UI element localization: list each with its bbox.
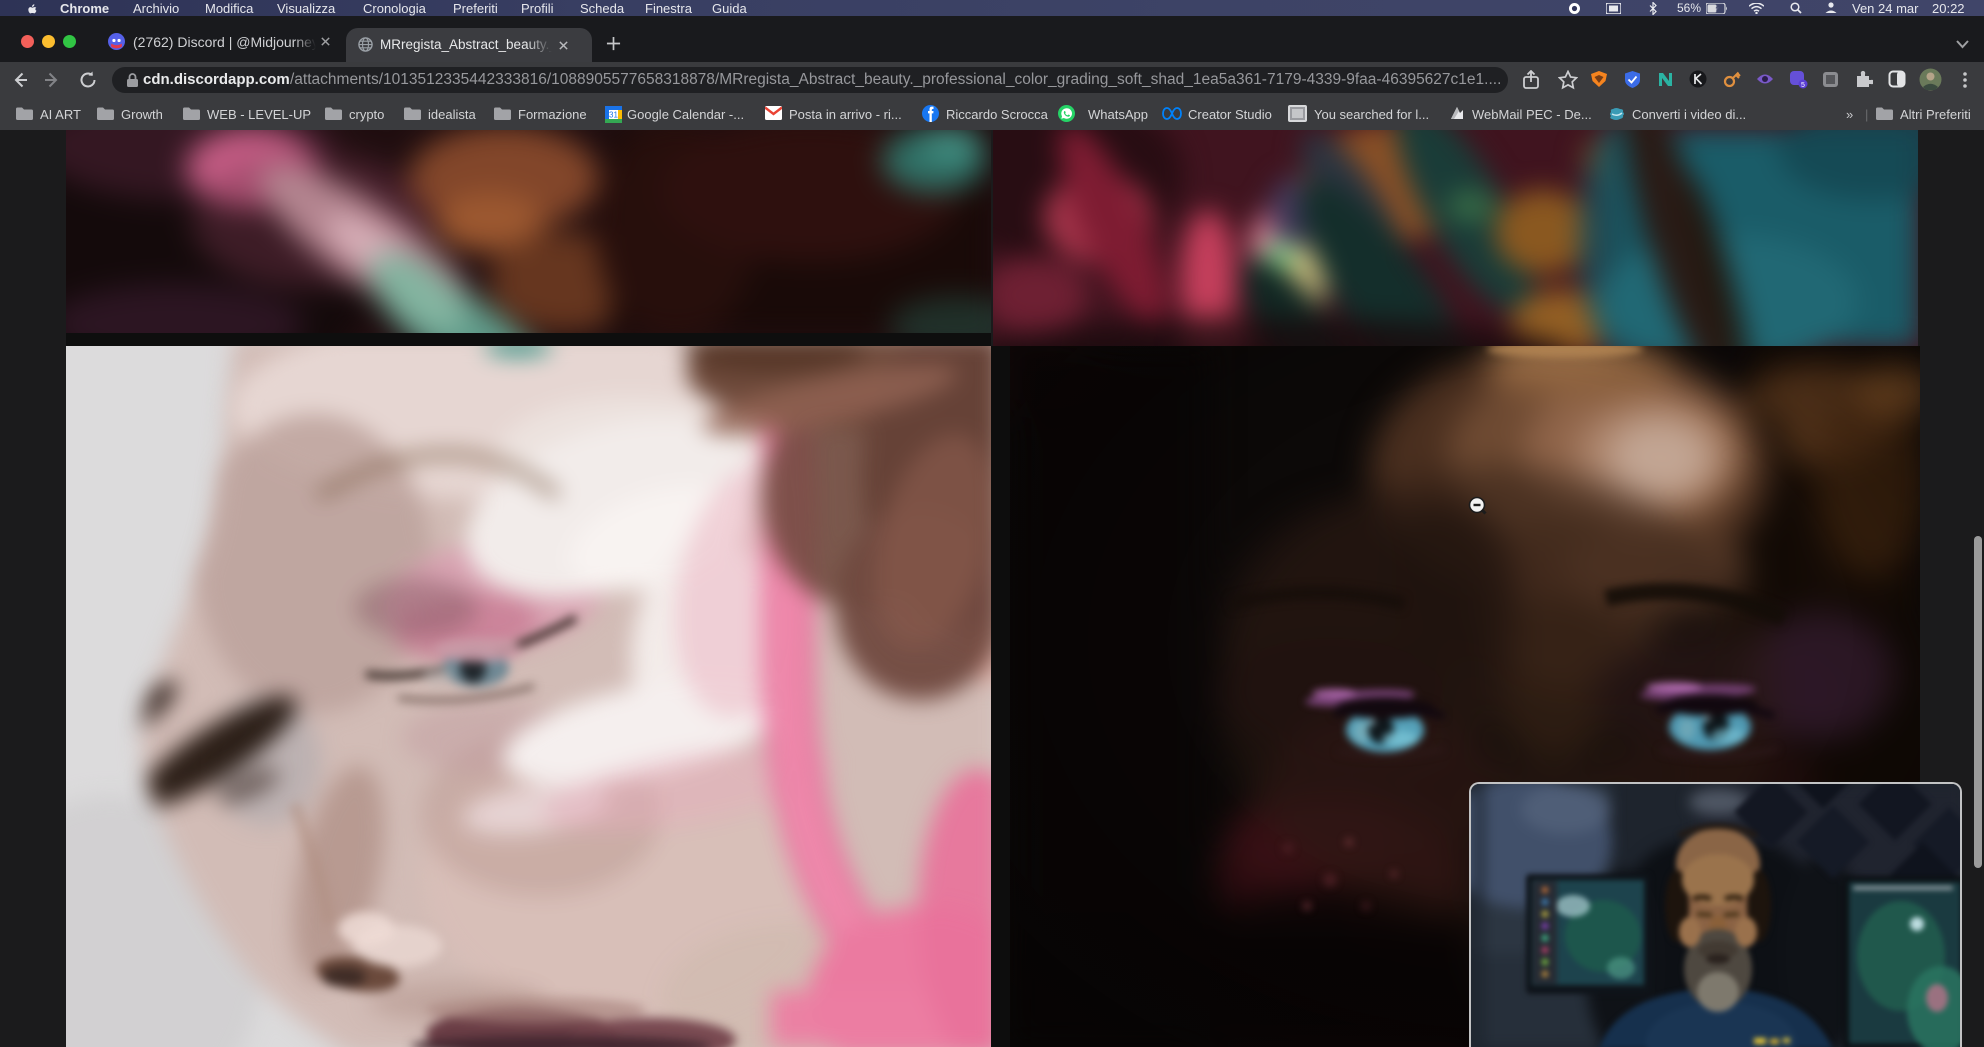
svg-text:5: 5 — [1801, 82, 1805, 89]
svg-text:31: 31 — [609, 111, 618, 120]
